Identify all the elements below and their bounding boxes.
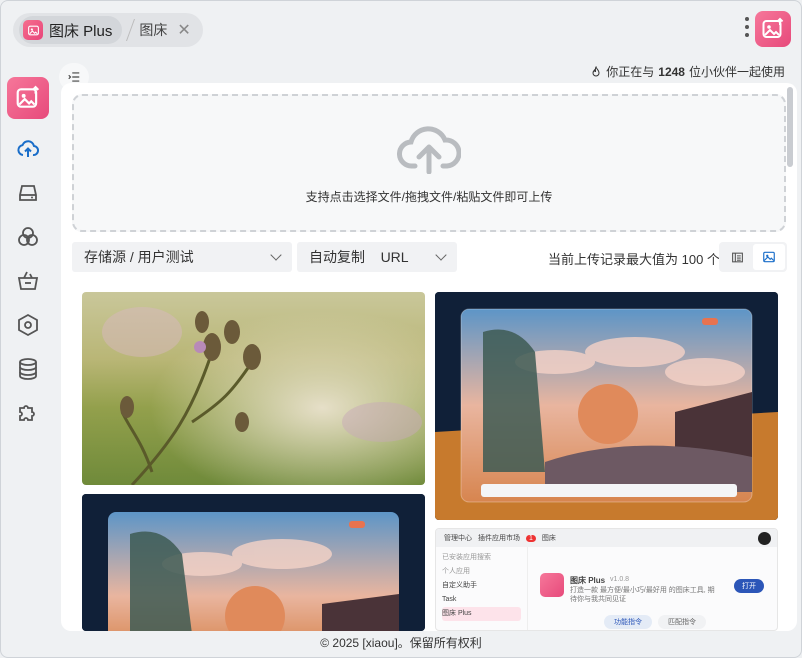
puzzle-icon (19, 405, 35, 421)
sidebar-item-plugins[interactable] (7, 397, 49, 429)
mini-section: 个人应用 (442, 568, 470, 575)
mini-item: 自定义助手 (442, 582, 477, 589)
storage-drive-icon (19, 185, 37, 201)
max-records-info: 当前上传记录最大值为 100 个 (548, 252, 720, 267)
app-window: 图床 Plus 图床 ✕ 你正在与 1248 位小伙伴一起使用 支持点击选择文件… (0, 0, 802, 658)
app-logo-icon[interactable] (755, 11, 791, 47)
image-thumbnail[interactable] (82, 292, 425, 485)
autocopy-label: 自动复制 (309, 249, 365, 265)
image-thumbnail[interactable] (82, 494, 425, 631)
tab-label: 图床 (139, 22, 168, 38)
tab-tuchuang[interactable]: 图床 ✕ (139, 20, 196, 40)
database-icon (19, 358, 37, 380)
basket-icon (17, 271, 39, 290)
autocopy-value: URL (380, 249, 409, 265)
mini-tab-bar: 管理中心 插件应用市场 1 图床 (436, 529, 777, 547)
mini-btn: 匹配指令 (658, 615, 706, 629)
tuchuang-plus-icon (23, 20, 43, 40)
cloud-upload-icon (397, 125, 461, 174)
list-view-button[interactable] (721, 244, 753, 270)
grid-view-button[interactable] (753, 244, 785, 270)
mini-badge: 1 (526, 534, 536, 542)
view-toggle (719, 242, 787, 272)
cloud-upload-icon (17, 140, 40, 157)
upload-dropzone[interactable]: 支持点击选择文件/拖拽文件/粘贴文件即可上传 (72, 94, 786, 232)
sidebar-item-storage[interactable] (7, 177, 49, 209)
storage-source-value: 存储源 / 用户测试 (84, 249, 194, 265)
chevron-down-icon (270, 249, 282, 261)
sidebar-logo-icon[interactable] (7, 77, 49, 119)
hexagon-icon (18, 313, 38, 337)
mini-item: Task (442, 596, 457, 603)
mini-app-icon (540, 573, 564, 597)
mini-sidebar-title: 已安装应用搜索 (442, 554, 491, 561)
online-suffix: 位小伙伴一起使用 (688, 65, 785, 79)
sidebar-item-hexagon[interactable] (7, 309, 49, 341)
mini-app-version: v1.0.8 (610, 576, 630, 583)
close-icon[interactable]: ✕ (177, 20, 190, 40)
online-users-info: 你正在与 1248 位小伙伴一起使用 (590, 63, 785, 80)
mini-tab: 插件应用市场 (478, 535, 520, 542)
online-count: 1248 (658, 64, 685, 79)
flame-icon (592, 65, 600, 76)
image-icon (763, 251, 775, 263)
sidebar-item-upload[interactable] (7, 133, 49, 165)
tab-separator (126, 19, 136, 41)
mini-app-name: 图床 Plus (570, 576, 606, 585)
mini-app-desc: 打造一款 最方便/最小巧/最好用 的图床工具, 期待你与我共同见证 (570, 587, 715, 603)
sidebar-item-circles[interactable] (7, 221, 49, 253)
online-prefix: 你正在与 (606, 65, 655, 79)
autocopy-select[interactable]: 自动复制 URL (297, 242, 457, 272)
sidebar-item-basket[interactable] (7, 265, 49, 297)
mini-item: 图床 Plus (442, 607, 521, 621)
circles-icon (18, 227, 38, 246)
upload-hint: 支持点击选择文件/拖拽文件/粘贴文件即可上传 (305, 189, 553, 204)
tab-bar: 图床 Plus 图床 ✕ (13, 13, 203, 47)
footer-copyright: © 2025 [xiaou]。保留所有权利 (320, 636, 482, 650)
mini-open-button: 打开 (734, 579, 764, 593)
image-thumbnail[interactable]: 管理中心 插件应用市场 1 图床 已安装应用搜索 个人应用 自定义助手 Task… (435, 528, 778, 631)
chevron-down-icon (435, 249, 447, 261)
menu-fold-icon (68, 72, 80, 82)
mini-tab: 管理中心 (444, 535, 472, 542)
mini-btn: 功能指令 (604, 615, 652, 629)
sidebar-item-database[interactable] (7, 353, 49, 385)
mini-sidebar: 已安装应用搜索 个人应用 自定义助手 Task 图床 Plus (436, 547, 528, 630)
sidebar (7, 77, 53, 441)
tab-tuchuang-plus[interactable]: 图床 Plus (19, 16, 123, 44)
scrollbar[interactable] (787, 87, 793, 167)
more-menu-icon[interactable] (745, 17, 751, 37)
image-thumbnail[interactable] (435, 292, 778, 520)
storage-source-select[interactable]: 存储源 / 用户测试 (72, 242, 292, 272)
mini-tab: 图床 (541, 535, 556, 542)
tab-label: 图床 Plus (49, 22, 113, 40)
list-icon (731, 252, 743, 262)
mini-avatar (758, 532, 771, 545)
